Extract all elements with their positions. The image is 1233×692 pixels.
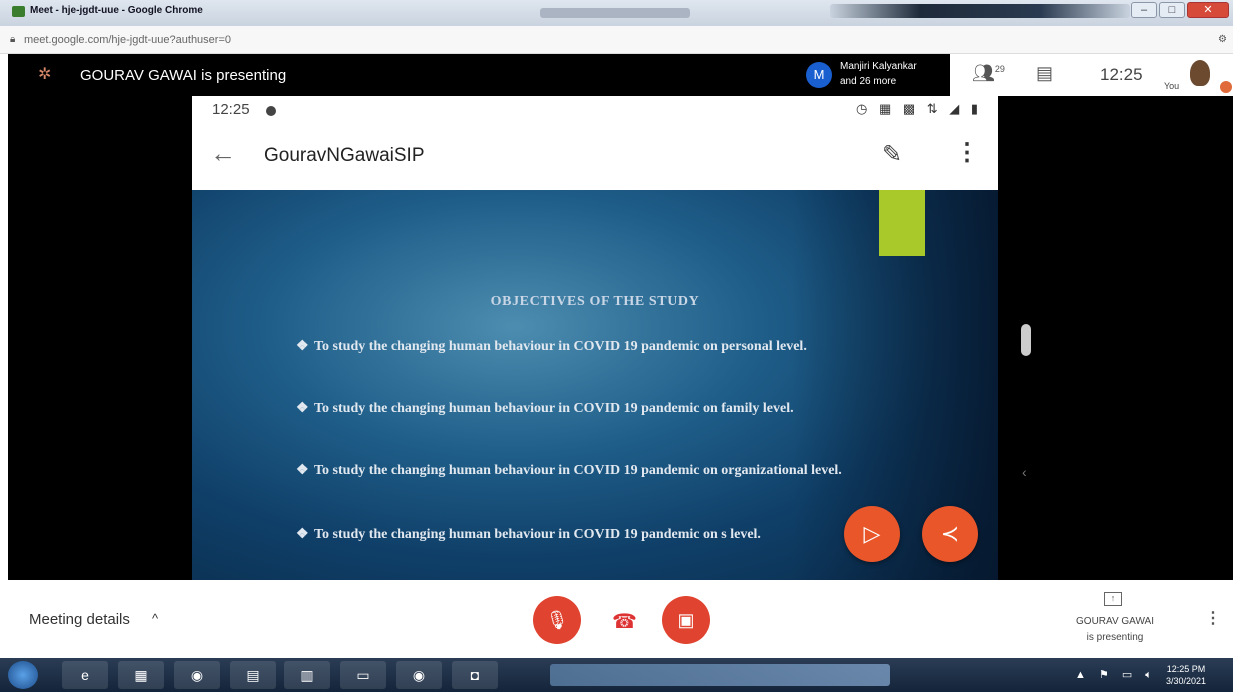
- close-window-button[interactable]: ✕: [1187, 2, 1229, 18]
- status-icons: ◷ ▦ ▩ ⇅ ◢ ▮: [855, 101, 982, 116]
- objective-item: ❖ To study the changing human behaviour i…: [296, 398, 890, 419]
- chat-button[interactable]: ▤: [1036, 63, 1053, 84]
- phone-app-bar: ← GouravNGawaiSIP ✎ ⋮: [192, 124, 998, 190]
- objective-text: To study the changing human behaviour in…: [314, 339, 807, 354]
- scroll-handle[interactable]: [1021, 324, 1031, 356]
- start-button[interactable]: [8, 661, 38, 689]
- share-icon: ≺: [940, 521, 960, 546]
- camera-app-icon[interactable]: ◘: [452, 661, 498, 689]
- edit-pencil-icon[interactable]: ✎: [882, 140, 902, 169]
- objective-text: To study the changing human behaviour in…: [314, 401, 794, 416]
- bullet-icon: ❖: [296, 401, 309, 416]
- windows-taskbar: e ▦ ◉ ▤ ▥ ▭ ◉ ◘ ▲ ⚑ ▭ 🔈︎ 12:25 PM 3/30/2…: [0, 658, 1233, 692]
- browser-titlebar: Meet - hje-jgdt-uue - Google Chrome – □ …: [0, 0, 1233, 26]
- taskbar-clock[interactable]: 12:25 PM 3/30/2021: [1166, 663, 1206, 687]
- mic-off-button[interactable]: 🎙︎: [533, 596, 581, 644]
- hang-up-button[interactable]: ☎︎: [612, 609, 637, 634]
- meet-clock: 12:25: [1100, 65, 1143, 84]
- share-button[interactable]: ≺: [922, 506, 978, 562]
- extensions-icon[interactable]: ⚙︎: [1218, 34, 1227, 45]
- more-vert-icon[interactable]: ⋮: [955, 138, 979, 167]
- play-slideshow-button[interactable]: ▷: [844, 506, 900, 562]
- presentation-stage: 12:25 ◷ ▦ ▩ ⇅ ◢ ▮ ← GouravNGawaiSIP ✎ ⋮ …: [8, 96, 1233, 580]
- chrome-icon[interactable]: ◉: [396, 661, 442, 689]
- taskbar-time: 12:25 PM: [1166, 664, 1206, 674]
- taskbar-date: 3/30/2021: [1166, 676, 1207, 686]
- system-tray-icons[interactable]: ▲ ⚑ ▭ 🔈︎: [1075, 668, 1157, 682]
- meeting-details-button[interactable]: Meeting details: [29, 611, 130, 628]
- meet-header: ✲ GOURAV GAWAI is presenting M Manjiri K…: [8, 54, 950, 96]
- window-icon[interactable]: ▭: [340, 661, 386, 689]
- bullet-icon: ❖: [296, 527, 309, 542]
- self-avatar[interactable]: [1190, 60, 1210, 86]
- mic-off-icon: 🎙︎: [545, 610, 569, 630]
- presenting-indicator: GOURAV GAWAI is presenting: [1060, 614, 1170, 646]
- window-controls: – □ ✕: [1131, 2, 1229, 18]
- you-label: You: [1164, 81, 1180, 91]
- objective-item: ❖ To study the changing human behaviour i…: [296, 524, 890, 545]
- objective-item: ❖ To study the changing human behaviour i…: [296, 336, 890, 357]
- minimize-button[interactable]: –: [1131, 2, 1157, 18]
- camera-off-button[interactable]: ▣: [662, 596, 710, 644]
- slide-content: OBJECTIVES OF THE STUDY ❖ To study the ch…: [192, 190, 998, 580]
- participant-avatar[interactable]: M: [806, 62, 832, 88]
- word-icon[interactable]: ▥: [284, 661, 330, 689]
- phone-hangup-icon: ☎︎: [612, 611, 637, 633]
- notification-dot-icon: [266, 106, 276, 116]
- presenter-name: GOURAV GAWAI: [1076, 616, 1154, 627]
- maximize-button[interactable]: □: [1159, 2, 1185, 18]
- present-icon[interactable]: ↑: [1104, 592, 1122, 606]
- chevron-left-icon[interactable]: ‹: [1022, 464, 1027, 480]
- slide-heading: OBJECTIVES OF THE STUDY: [490, 294, 700, 309]
- participant-more: and 26 more: [840, 76, 897, 87]
- objective-text: To study the changing human behaviour in…: [314, 463, 842, 478]
- taskbar-sharing-bar: [550, 664, 890, 686]
- chat-icon: ▤: [1036, 63, 1054, 83]
- slide-green-accent: [879, 190, 925, 256]
- address-bar[interactable]: 🔒︎ meet.google.com/hje-jgdt-uue?authuser…: [0, 26, 1233, 54]
- chrome-icon[interactable]: ◉: [174, 661, 220, 689]
- meet-header-right: 👥︎29 ▤ 12:25 You: [950, 54, 1233, 96]
- people-count: 29: [994, 64, 1005, 74]
- objective-item: ❖ To study the changing human behaviour i…: [296, 460, 890, 481]
- more-options-icon[interactable]: ⋮: [1205, 608, 1221, 628]
- people-icon: 👥︎: [972, 63, 995, 83]
- explorer-icon[interactable]: ▦: [118, 661, 164, 689]
- meet-tab-icon: [12, 6, 25, 17]
- phone-status-bar: 12:25 ◷ ▦ ▩ ⇅ ◢ ▮: [192, 96, 998, 124]
- titlebar-decoration: [540, 8, 690, 18]
- titlebar-decoration: [830, 4, 1130, 18]
- bullet-icon: ❖: [296, 463, 309, 478]
- chevron-up-icon[interactable]: ^: [152, 611, 158, 626]
- window-title: Meet - hje-jgdt-uue - Google Chrome: [30, 5, 203, 16]
- url-text[interactable]: meet.google.com/hje-jgdt-uue?authuser=0: [24, 34, 231, 46]
- notification-badge: [1220, 81, 1232, 93]
- lock-icon: 🔒︎: [10, 34, 16, 45]
- people-button[interactable]: 👥︎29: [972, 63, 1005, 84]
- ie-icon[interactable]: e: [62, 661, 108, 689]
- camera-off-icon: ▣: [677, 610, 695, 630]
- back-arrow-icon[interactable]: ←: [210, 138, 236, 169]
- document-title: GouravNGawaiSIP: [264, 145, 425, 166]
- participant-summary[interactable]: Manjiri Kalyankar and 26 more: [840, 59, 917, 89]
- presenter-status: is presenting: [1086, 632, 1144, 643]
- presenter-label: GOURAV GAWAI is presenting: [80, 67, 287, 84]
- bullet-icon: ❖: [296, 339, 309, 354]
- meet-bottom-bar: Meeting details ^ 🎙︎ ☎︎ ▣ ↑ GOURAV GAWAI…: [0, 580, 1233, 658]
- shared-phone-screen: 12:25 ◷ ▦ ▩ ⇅ ◢ ▮ ← GouravNGawaiSIP ✎ ⋮ …: [192, 96, 998, 580]
- participant-name: Manjiri Kalyankar: [840, 61, 917, 72]
- play-icon: ▷: [863, 521, 881, 546]
- excel-icon[interactable]: ▤: [230, 661, 276, 689]
- objective-text: To study the changing human behaviour in…: [314, 527, 761, 542]
- phone-time: 12:25: [212, 101, 250, 118]
- presenter-avatar-icon: ✲: [38, 66, 52, 83]
